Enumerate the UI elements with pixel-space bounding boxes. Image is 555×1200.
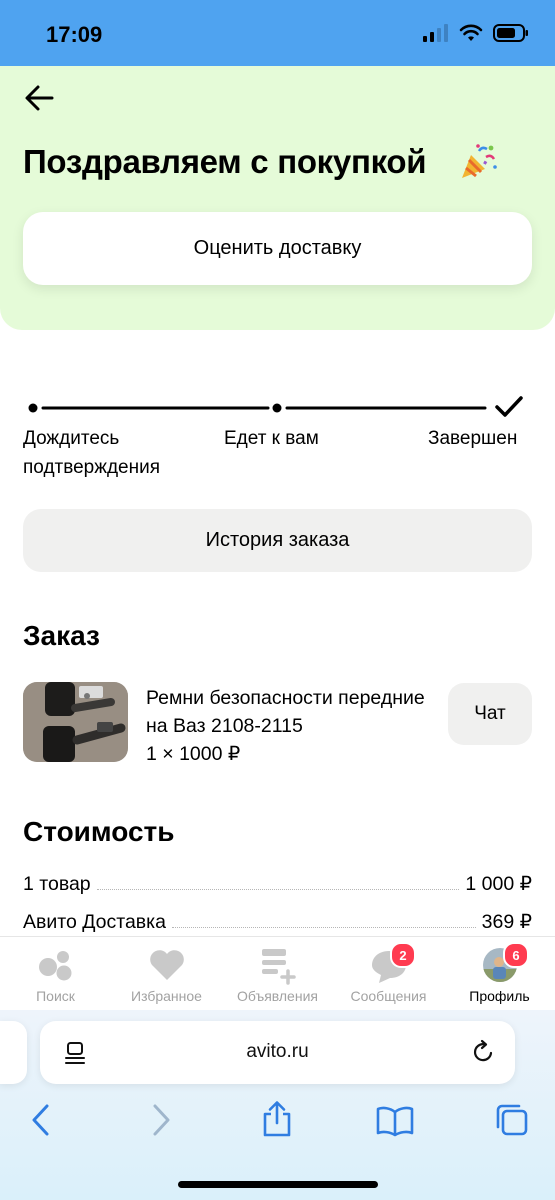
dotted-leader [171,927,476,928]
listings-icon [261,949,296,985]
battery-icon [493,24,528,42]
step-label-on-the-way: Едет к вам [224,428,319,449]
step-dot-1 [28,403,38,413]
messages-badge: 2 [390,942,416,968]
order-progress-tracker [28,396,523,417]
order-section-title: Заказ [23,620,100,651]
cost-label: Авито Доставка [23,911,166,933]
back-arrow-icon[interactable] [24,84,54,112]
chat-button[interactable]: Чат [448,683,532,745]
product-photo [23,682,128,762]
tab-favorites[interactable]: Избранное [111,937,222,1011]
step-label-awaiting-confirmation: Дождитесь подтверждения [23,428,160,478]
heart-icon [149,950,184,980]
share-icon[interactable] [260,1100,294,1138]
dotted-leader [96,889,460,890]
status-icons [423,24,529,42]
step-dot-2 [272,403,282,413]
checkmark-icon [495,396,523,417]
cost-label: 1 товар [23,873,91,895]
tab-label: Профиль [469,988,530,1004]
success-header [0,66,555,330]
product-name[interactable]: Ремни безопасности передние на Ваз 2108-… [146,684,436,740]
tab-label: Объявления [237,988,318,1004]
status-bar: 17:09 [0,0,555,66]
tab-search[interactable]: Поиск [0,937,111,1011]
wifi-icon [459,24,483,41]
rate-delivery-button[interactable]: Оценить доставку [23,212,532,285]
tab-profile[interactable]: 6 Профиль [444,937,555,1011]
browser-forward-icon[interactable] [148,1103,174,1137]
product-info: Ремни безопасности передние на Ваз 2108-… [146,684,436,768]
search-dots-icon [38,951,71,981]
browser-back-icon[interactable] [28,1103,54,1137]
cost-row-items: 1 товар 1 000 ₽ [23,868,532,896]
home-indicator [178,1181,378,1188]
status-time: 17:09 [46,22,103,47]
product-image[interactable] [23,682,128,762]
bookmarks-icon[interactable] [376,1105,414,1137]
signal-icon [423,24,448,42]
tab-messages[interactable]: 2 Сообщения [333,937,444,1011]
bottom-tab-bar: Поиск Избранное Объявления 2 Сообщения 6… [0,936,555,1011]
reload-icon[interactable] [470,1039,496,1065]
cost-section-title: Стоимость [23,816,175,847]
address-bar[interactable]: avito.ru [40,1021,515,1084]
cost-value: 369 ₽ [481,911,532,933]
cost-value: 1 000 ₽ [465,873,532,895]
tab-label: Избранное [131,988,202,1004]
party-popper-icon [462,144,497,178]
profile-badge: 6 [503,942,529,968]
tabs-icon[interactable] [494,1102,530,1138]
previous-tab-peek[interactable] [0,1021,27,1084]
tab-label: Сообщения [350,988,427,1004]
url-text[interactable]: avito.ru [40,1041,515,1063]
step-label-completed: Завершен [428,428,518,449]
cost-row-delivery: Авито Доставка 369 ₽ [23,906,532,934]
order-history-button[interactable]: История заказа [23,509,532,572]
tab-label: Поиск [36,988,75,1004]
tab-listings[interactable]: Объявления [222,937,333,1011]
product-quantity-price: 1 × 1000 ₽ [146,743,241,765]
page-title: Поздравляем с покупкой [23,143,427,180]
